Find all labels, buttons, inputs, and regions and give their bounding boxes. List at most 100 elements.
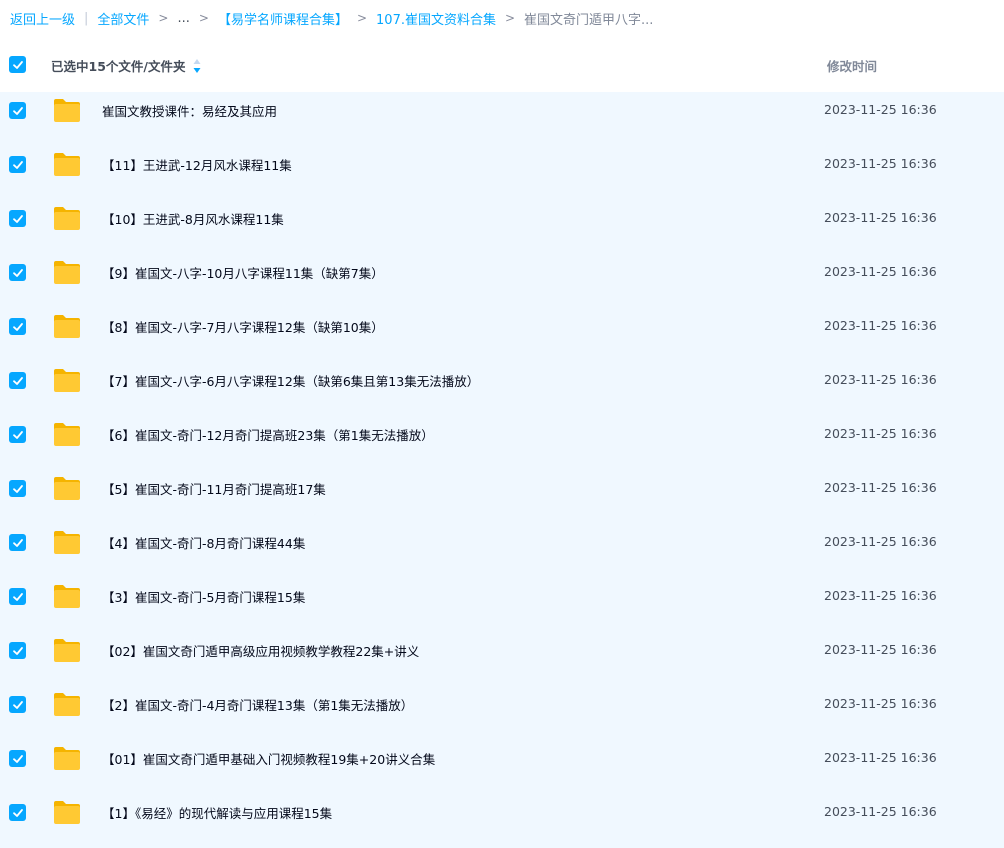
row-checkbox[interactable] <box>9 534 26 551</box>
folder-icon <box>54 531 80 554</box>
file-name[interactable]: 【7】崔国文-八字-6月八字课程12集（缺第6集且第13集无法播放） <box>102 371 479 390</box>
row-checkbox[interactable] <box>9 210 26 227</box>
modified-time: 2023-11-25 16:36 <box>824 480 937 495</box>
file-name[interactable]: 崔国文教授课件：易经及其应用 <box>102 101 277 120</box>
row-checkbox[interactable] <box>9 804 26 821</box>
modified-time: 2023-11-25 16:36 <box>824 750 937 765</box>
modified-time: 2023-11-25 16:36 <box>824 264 937 279</box>
folder-icon <box>54 639 80 662</box>
row-checkbox[interactable] <box>9 480 26 497</box>
check-icon <box>12 592 23 601</box>
check-icon <box>12 808 23 817</box>
check-icon <box>12 322 23 331</box>
modified-time: 2023-11-25 16:36 <box>824 318 937 333</box>
file-list: 崔国文教授课件：易经及其应用 2023-11-25 16:36 【11】王进武-12… <box>0 92 1004 848</box>
row-checkbox[interactable] <box>9 426 26 443</box>
file-name[interactable]: 【2】崔国文-奇门-4月奇门课程13集（第1集无法播放） <box>102 695 413 714</box>
folder-icon <box>54 315 80 338</box>
chevron-right-icon: > <box>158 11 169 25</box>
file-name[interactable]: 【02】崔国文奇门遁甲高级应用视频教学教程22集+讲义 <box>102 641 419 660</box>
row-checkbox[interactable] <box>9 264 26 281</box>
check-icon <box>12 430 23 439</box>
row-checkbox[interactable] <box>9 750 26 767</box>
breadcrumb-current: 崔国文奇门遁甲八字... <box>524 12 654 28</box>
check-icon <box>12 106 23 115</box>
check-icon <box>12 268 23 277</box>
folder-icon <box>54 423 80 446</box>
list-item[interactable]: 【8】崔国文-八字-7月八字课程12集（缺第10集） 2023-11-25 16:… <box>0 308 1004 362</box>
check-icon <box>12 484 23 493</box>
modified-time: 2023-11-25 16:36 <box>824 210 937 225</box>
row-checkbox[interactable] <box>9 642 26 659</box>
list-item[interactable]: 【1】《易经》的现代解读与应用课程15集 2023-11-25 16:36 <box>0 794 1004 848</box>
modified-time: 2023-11-25 16:36 <box>824 372 937 387</box>
row-checkbox[interactable] <box>9 372 26 389</box>
folder-icon <box>54 693 80 716</box>
file-name[interactable]: 【3】崔国文-奇门-5月奇门课程15集 <box>102 587 305 606</box>
breadcrumb: 返回上一级 | 全部文件 > ... > 【易学名师课程合集】 > 107.崔国… <box>10 0 653 36</box>
check-icon <box>12 214 23 223</box>
folder-icon <box>54 369 80 392</box>
list-item[interactable]: 【10】王进武-8月风水课程11集 2023-11-25 16:36 <box>0 200 1004 254</box>
list-item[interactable]: 【11】王进武-12月风水课程11集 2023-11-25 16:36 <box>0 146 1004 200</box>
row-checkbox[interactable] <box>9 318 26 335</box>
folder-icon <box>54 477 80 500</box>
row-checkbox[interactable] <box>9 156 26 173</box>
breadcrumb-separator: | <box>84 10 89 26</box>
chevron-right-icon: > <box>198 11 209 25</box>
folder-icon <box>54 747 80 770</box>
list-header: 已选中15个文件/文件夹 修改时间 <box>0 44 1004 84</box>
selection-count: 已选中15个文件/文件夹 <box>51 59 186 74</box>
check-icon <box>12 160 23 169</box>
folder-icon <box>54 801 80 824</box>
modified-time: 2023-11-25 16:36 <box>824 534 937 549</box>
list-item[interactable]: 崔国文教授课件：易经及其应用 2023-11-25 16:36 <box>0 92 1004 146</box>
file-name[interactable]: 【6】崔国文-奇门-12月奇门提高班23集（第1集无法播放） <box>102 425 434 444</box>
breadcrumb-item-collection[interactable]: 【易学名师课程合集】 <box>218 9 348 28</box>
folder-icon <box>54 207 80 230</box>
modified-time: 2023-11-25 16:36 <box>824 804 937 819</box>
check-icon <box>12 538 23 547</box>
sort-icon[interactable] <box>192 58 202 74</box>
list-item[interactable]: 【6】崔国文-奇门-12月奇门提高班23集（第1集无法播放） 2023-11-25… <box>0 416 1004 470</box>
list-item[interactable]: 【9】崔国文-八字-10月八字课程11集（缺第7集） 2023-11-25 16:… <box>0 254 1004 308</box>
list-item[interactable]: 【01】崔国文奇门遁甲基础入门视频教程19集+20讲义合集 2023-11-25 … <box>0 740 1004 794</box>
folder-icon <box>54 585 80 608</box>
list-item[interactable]: 【7】崔国文-八字-6月八字课程12集（缺第6集且第13集无法播放） 2023-1… <box>0 362 1004 416</box>
list-item[interactable]: 【2】崔国文-奇门-4月奇门课程13集（第1集无法播放） 2023-11-25 1… <box>0 686 1004 740</box>
modified-time-column-header[interactable]: 修改时间 <box>827 56 877 75</box>
select-all-checkbox[interactable] <box>9 56 26 73</box>
row-checkbox[interactable] <box>9 696 26 713</box>
modified-time: 2023-11-25 16:36 <box>824 642 937 657</box>
file-name[interactable]: 【1】《易经》的现代解读与应用课程15集 <box>102 803 332 822</box>
modified-time: 2023-11-25 16:36 <box>824 426 937 441</box>
file-name[interactable]: 【5】崔国文-奇门-11月奇门提高班17集 <box>102 479 326 498</box>
folder-icon <box>54 261 80 284</box>
check-icon <box>12 700 23 709</box>
chevron-right-icon: > <box>504 11 516 25</box>
check-icon <box>12 754 23 763</box>
file-name[interactable]: 【11】王进武-12月风水课程11集 <box>102 155 292 174</box>
row-checkbox[interactable] <box>9 102 26 119</box>
list-item[interactable]: 【4】崔国文-奇门-8月奇门课程44集 2023-11-25 16:36 <box>0 524 1004 578</box>
row-checkbox[interactable] <box>9 588 26 605</box>
chevron-right-icon: > <box>356 11 368 25</box>
all-files-link[interactable]: 全部文件 <box>97 9 149 28</box>
check-icon <box>12 646 23 655</box>
folder-icon <box>54 99 80 122</box>
file-name[interactable]: 【10】王进武-8月风水课程11集 <box>102 209 284 228</box>
list-item[interactable]: 【3】崔国文-奇门-5月奇门课程15集 2023-11-25 16:36 <box>0 578 1004 632</box>
check-icon <box>12 376 23 385</box>
file-name[interactable]: 【9】崔国文-八字-10月八字课程11集（缺第7集） <box>102 263 384 282</box>
modified-time: 2023-11-25 16:36 <box>824 588 937 603</box>
breadcrumb-item-cui-guowen[interactable]: 107.崔国文资料合集 <box>376 9 496 28</box>
check-icon <box>12 60 23 69</box>
list-item[interactable]: 【02】崔国文奇门遁甲高级应用视频教学教程22集+讲义 2023-11-25 16… <box>0 632 1004 686</box>
list-item[interactable]: 【5】崔国文-奇门-11月奇门提高班17集 2023-11-25 16:36 <box>0 470 1004 524</box>
file-name[interactable]: 【4】崔国文-奇门-8月奇门课程44集 <box>102 533 305 552</box>
file-name[interactable]: 【8】崔国文-八字-7月八字课程12集（缺第10集） <box>102 317 384 336</box>
file-name[interactable]: 【01】崔国文奇门遁甲基础入门视频教程19集+20讲义合集 <box>102 749 435 768</box>
modified-time: 2023-11-25 16:36 <box>824 696 937 711</box>
back-link[interactable]: 返回上一级 <box>10 9 75 28</box>
breadcrumb-ellipsis[interactable]: ... <box>177 11 189 26</box>
